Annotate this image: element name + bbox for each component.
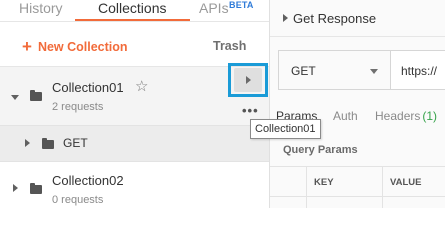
tabs-divider (0, 21, 270, 22)
chevron-down-icon (370, 69, 378, 74)
request-folder-label: GET (63, 136, 88, 150)
table-header-value: VALUE (390, 177, 422, 188)
table-column-divider (382, 166, 383, 208)
trash-link[interactable]: Trash (213, 39, 246, 53)
header-divider (270, 36, 445, 37)
beta-badge: BETA (229, 0, 254, 10)
method-value: GET (291, 64, 316, 78)
folder-icon (42, 138, 54, 149)
table-border (270, 166, 445, 167)
table-header-key: KEY (314, 177, 334, 188)
more-options-icon[interactable]: ••• (242, 104, 259, 117)
tab-collections[interactable]: Collections (98, 0, 166, 19)
expand-caret-icon[interactable] (25, 139, 30, 147)
highlight-box (228, 63, 268, 97)
headers-count: (1) (422, 109, 438, 123)
collection-name: Collection01 (52, 80, 124, 95)
tooltip: Collection01 (250, 119, 321, 139)
request-row[interactable] (0, 126, 270, 161)
table-column-divider (306, 166, 307, 208)
row-divider (0, 161, 270, 162)
method-select[interactable]: GET (278, 50, 391, 90)
new-collection-button[interactable]: + New Collection (22, 38, 128, 56)
url-input[interactable]: https:// (390, 50, 445, 90)
tab-apis[interactable]: APIs (199, 0, 229, 19)
folder-icon (30, 183, 42, 194)
url-value: https:// (401, 64, 438, 78)
tab-headers-label: Headers (375, 109, 421, 123)
star-icon[interactable]: ☆ (135, 79, 148, 94)
tab-headers[interactable]: Headers (1) (375, 109, 437, 123)
request-title: Get Response (293, 11, 377, 26)
collection-request-count: 2 requests (52, 101, 104, 113)
expand-caret-icon[interactable] (13, 184, 18, 192)
expand-caret-icon[interactable] (283, 14, 288, 22)
collapse-caret-icon[interactable] (11, 95, 19, 100)
collection-request-count: 0 requests (52, 194, 104, 206)
new-collection-label: New Collection (37, 40, 128, 54)
folder-icon (30, 90, 42, 101)
plus-icon: + (22, 37, 32, 56)
collection-name[interactable]: Collection02 (52, 173, 124, 188)
query-params-heading: Query Params (283, 144, 358, 156)
tab-history[interactable]: History (19, 0, 63, 19)
table-border (270, 196, 445, 197)
tab-auth[interactable]: Auth (333, 109, 358, 123)
